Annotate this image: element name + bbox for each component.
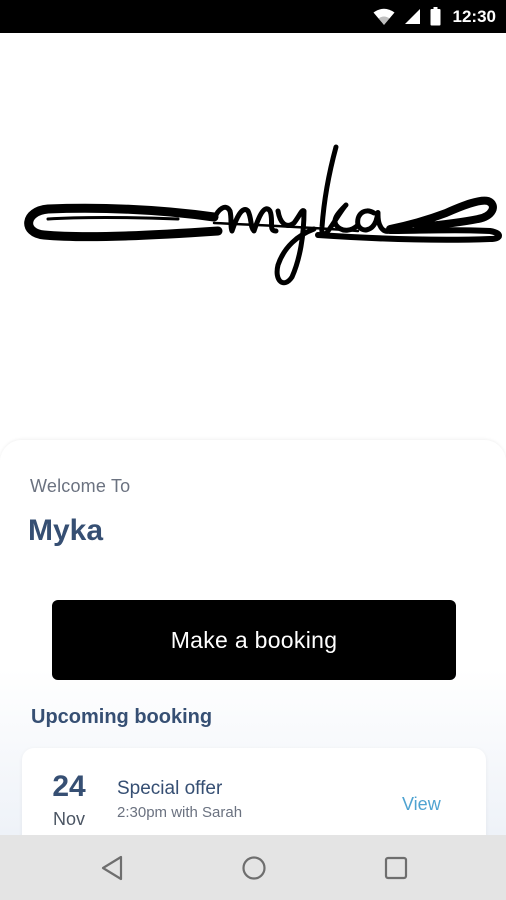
brand-name: Myka	[28, 514, 104, 547]
recents-icon[interactable]	[380, 852, 412, 884]
booking-day: 24	[52, 770, 86, 803]
back-icon[interactable]	[97, 852, 129, 884]
navigation-bar	[0, 835, 506, 900]
logo-area	[0, 33, 506, 443]
booking-card[interactable]: 24 Nov Special offer 2:30pm with Sarah V…	[22, 748, 486, 835]
welcome-label: Welcome To	[30, 476, 131, 496]
status-icons: 12:30	[373, 0, 496, 33]
myka-logo	[18, 139, 502, 294]
battery-icon	[430, 7, 441, 26]
home-icon[interactable]	[238, 852, 270, 884]
welcome-card: Welcome To Myka Make a booking Upcoming …	[0, 440, 506, 835]
upcoming-booking-title: Upcoming booking	[31, 706, 213, 728]
view-booking-link[interactable]: View	[402, 794, 441, 815]
booking-subtitle: 2:30pm with Sarah	[117, 804, 243, 821]
wifi-icon	[373, 8, 395, 26]
make-booking-button[interactable]: Make a booking	[52, 600, 456, 680]
status-time: 12:30	[452, 6, 496, 26]
booking-title: Special offer	[117, 778, 223, 799]
booking-month: Nov	[52, 809, 85, 829]
signal-icon	[404, 8, 421, 25]
status-bar: 12:30	[0, 0, 506, 33]
